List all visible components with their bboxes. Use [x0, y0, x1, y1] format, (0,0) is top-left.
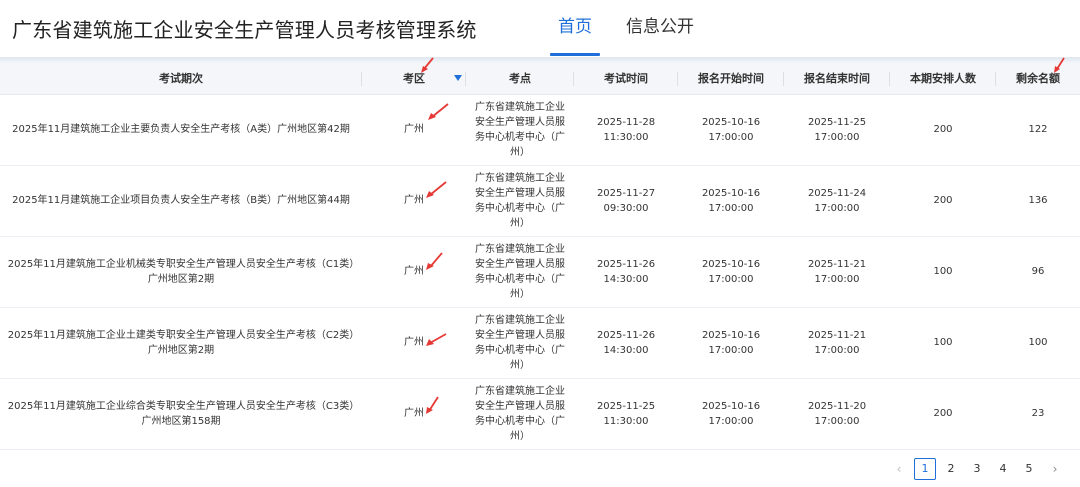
cell-remaining: 122 — [996, 94, 1080, 166]
col-header-reg-start: 报名开始时间 — [678, 63, 784, 95]
page-button-3[interactable]: 3 — [966, 458, 988, 480]
cell-exam-time: 2025-11-27 09:30:00 — [574, 165, 678, 237]
cell-site: 广东省建筑施工企业安全生产管理人员服务中心机考中心（广州） — [466, 378, 574, 450]
cell-reg-end: 2025-11-20 17:00:00 — [784, 378, 890, 450]
cell-reg-start: 2025-10-16 17:00:00 — [678, 307, 784, 379]
cell-remaining: 100 — [996, 307, 1080, 379]
cell-reg-end: 2025-11-21 17:00:00 — [784, 307, 890, 379]
cell-area: 广州 — [362, 94, 466, 166]
cell-remaining: 136 — [996, 165, 1080, 237]
cell-remaining: 96 — [996, 236, 1080, 308]
cell-period: 2025年11月建筑施工企业综合类专职安全生产管理人员安全生产考核（C3类）广州… — [0, 378, 362, 450]
cell-remaining: 23 — [996, 378, 1080, 450]
cell-area: 广州 — [362, 307, 466, 379]
cell-planned: 200 — [890, 378, 996, 450]
col-header-site: 考点 — [466, 63, 574, 95]
cell-reg-end: 2025-11-21 17:00:00 — [784, 236, 890, 308]
col-header-area[interactable]: 考区 — [362, 63, 466, 95]
cell-exam-time: 2025-11-25 11:30:00 — [574, 378, 678, 450]
cell-period: 2025年11月建筑施工企业项目负责人安全生产考核（B类）广州地区第44期 — [0, 165, 362, 237]
table-header-row: 考试期次 考区 考点 考试时间 报名开始时间 报名结束时间 本期安排人数 剩余名… — [0, 63, 1080, 95]
cell-period: 2025年11月建筑施工企业机械类专职安全生产管理人员安全生产考核（C1类）广州… — [0, 236, 362, 308]
table-row[interactable]: 2025年11月建筑施工企业机械类专职安全生产管理人员安全生产考核（C1类）广州… — [0, 236, 1080, 308]
filter-caret-icon[interactable] — [454, 75, 462, 81]
nav-info-public[interactable]: 信息公开 — [616, 0, 704, 57]
col-header-reg-end: 报名结束时间 — [784, 63, 890, 95]
cell-reg-start: 2025-10-16 17:00:00 — [678, 378, 784, 450]
cell-site: 广东省建筑施工企业安全生产管理人员服务中心机考中心（广州） — [466, 307, 574, 379]
top-header: 广东省建筑施工企业安全生产管理人员考核管理系统 首页 信息公开 — [0, 0, 1080, 57]
cell-planned: 200 — [890, 94, 996, 166]
col-header-exam-time: 考试时间 — [574, 63, 678, 95]
page-button-5[interactable]: 5 — [1018, 458, 1040, 480]
cell-planned: 200 — [890, 165, 996, 237]
cell-reg-start: 2025-10-16 17:00:00 — [678, 165, 784, 237]
col-header-period: 考试期次 — [0, 63, 362, 95]
cell-site: 广东省建筑施工企业安全生产管理人员服务中心机考中心（广州） — [466, 236, 574, 308]
prev-page-button[interactable]: ‹ — [888, 458, 910, 480]
page-button-1[interactable]: 1 — [914, 458, 936, 480]
cell-exam-time: 2025-11-28 11:30:00 — [574, 94, 678, 166]
cell-planned: 100 — [890, 307, 996, 379]
cell-exam-time: 2025-11-26 14:30:00 — [574, 307, 678, 379]
cell-reg-start: 2025-10-16 17:00:00 — [678, 94, 784, 166]
page-button-2[interactable]: 2 — [940, 458, 962, 480]
page-button-4[interactable]: 4 — [992, 458, 1014, 480]
table-row[interactable]: 2025年11月建筑施工企业综合类专职安全生产管理人员安全生产考核（C3类）广州… — [0, 378, 1080, 450]
table-row[interactable]: 2025年11月建筑施工企业主要负责人安全生产考核（A类）广州地区第42期 广州… — [0, 94, 1080, 166]
app-title: 广东省建筑施工企业安全生产管理人员考核管理系统 — [12, 18, 477, 42]
nav-home[interactable]: 首页 — [548, 0, 602, 57]
cell-reg-start: 2025-10-16 17:00:00 — [678, 236, 784, 308]
cell-area: 广州 — [362, 378, 466, 450]
cell-exam-time: 2025-11-26 14:30:00 — [574, 236, 678, 308]
next-page-button[interactable]: › — [1044, 458, 1066, 480]
main-nav: 首页 信息公开 — [548, 0, 718, 57]
col-header-remaining: 剩余名额 — [996, 63, 1080, 95]
cell-reg-end: 2025-11-24 17:00:00 — [784, 165, 890, 237]
cell-site: 广东省建筑施工企业安全生产管理人员服务中心机考中心（广州） — [466, 165, 574, 237]
cell-reg-end: 2025-11-25 17:00:00 — [784, 94, 890, 166]
cell-period: 2025年11月建筑施工企业主要负责人安全生产考核（A类）广州地区第42期 — [0, 94, 362, 166]
table-row[interactable]: 2025年11月建筑施工企业土建类专职安全生产管理人员安全生产考核（C2类）广州… — [0, 307, 1080, 379]
cell-area: 广州 — [362, 165, 466, 237]
pagination: ‹ 1 2 3 4 5 › — [884, 458, 1066, 480]
cell-area: 广州 — [362, 236, 466, 308]
exam-schedule-table: 考试期次 考区 考点 考试时间 报名开始时间 报名结束时间 本期安排人数 剩余名… — [0, 63, 1080, 450]
cell-period: 2025年11月建筑施工企业土建类专职安全生产管理人员安全生产考核（C2类）广州… — [0, 307, 362, 379]
table-row[interactable]: 2025年11月建筑施工企业项目负责人安全生产考核（B类）广州地区第44期 广州… — [0, 165, 1080, 237]
col-header-planned: 本期安排人数 — [890, 63, 996, 95]
cell-site: 广东省建筑施工企业安全生产管理人员服务中心机考中心（广州） — [466, 94, 574, 166]
cell-planned: 100 — [890, 236, 996, 308]
